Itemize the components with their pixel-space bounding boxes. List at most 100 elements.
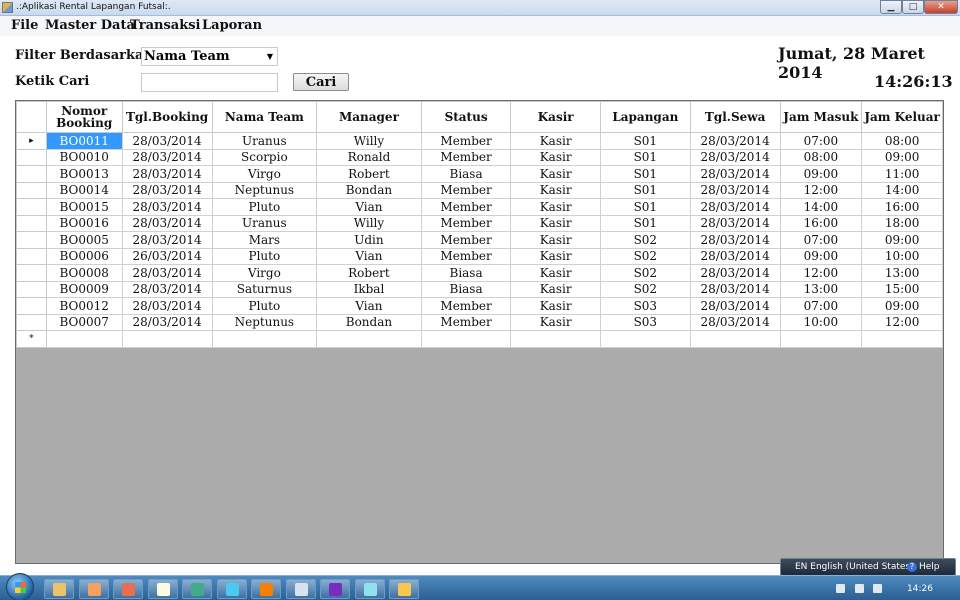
table-cell[interactable]: 09:00 — [779, 165, 863, 183]
table-cell[interactable]: 28/03/2014 — [121, 280, 213, 298]
table-cell[interactable]: Member — [420, 132, 512, 150]
table-cell[interactable]: 16:00 — [779, 214, 863, 232]
table-row[interactable]: BO0006 26/03/2014 Pluto Vian Member Kasir S02 2… — [16, 247, 943, 265]
search-input[interactable] — [141, 73, 278, 92]
table-cell[interactable]: Neptunus — [211, 313, 318, 331]
table-cell[interactable]: S01 — [599, 214, 691, 232]
row-header[interactable] — [16, 247, 47, 265]
taskbar-button[interactable] — [251, 579, 281, 599]
taskbar-button[interactable] — [389, 579, 419, 599]
row-header[interactable] — [16, 280, 47, 298]
table-cell[interactable]: Kasir — [510, 132, 601, 150]
table-cell[interactable]: Kasir — [510, 198, 601, 216]
help-label[interactable]: Help — [919, 562, 940, 572]
column-header[interactable]: Jam Keluar — [861, 101, 943, 133]
table-cell[interactable]: Vian — [316, 247, 422, 265]
table-cell[interactable]: BO0009 — [45, 280, 123, 298]
table-row[interactable]: BO0010 28/03/2014 Scorpio Ronald Member Kasir… — [16, 148, 943, 166]
table-cell[interactable]: Biasa — [420, 280, 512, 298]
table-cell[interactable]: 07:00 — [779, 297, 863, 315]
table-cell[interactable]: BO0016 — [45, 214, 123, 232]
table-cell[interactable]: 09:00 — [861, 297, 943, 315]
table-cell[interactable]: S01 — [599, 165, 691, 183]
row-header[interactable] — [16, 148, 47, 166]
column-header[interactable]: Status — [420, 101, 512, 133]
table-cell[interactable]: 14:00 — [779, 198, 863, 216]
table-cell[interactable]: 28/03/2014 — [121, 181, 213, 199]
taskbar-button[interactable] — [44, 579, 74, 599]
table-cell[interactable]: Mars — [211, 231, 318, 249]
table-row[interactable]: BO0007 28/03/2014 Neptunus Bondan Member Kasi… — [16, 313, 943, 331]
table-cell[interactable]: S02 — [599, 247, 691, 265]
column-header[interactable]: Nomor Booking — [45, 101, 123, 133]
tray-signal-icon[interactable] — [855, 584, 864, 593]
table-cell[interactable]: Kasir — [510, 247, 601, 265]
table-cell[interactable] — [861, 330, 943, 348]
table-cell[interactable]: 28/03/2014 — [689, 231, 781, 249]
taskbar-button[interactable] — [285, 579, 316, 599]
table-cell[interactable]: 07:00 — [779, 231, 863, 249]
close-button[interactable]: ✕ — [924, 0, 958, 14]
table-cell[interactable]: 13:00 — [779, 280, 863, 298]
table-cell[interactable]: Pluto — [211, 198, 318, 216]
table-cell[interactable]: Virgo — [211, 165, 318, 183]
table-row[interactable]: BO0015 28/03/2014 Pluto Vian Member Kasir S01 2… — [16, 198, 943, 216]
table-cell[interactable]: Kasir — [510, 181, 601, 199]
table-cell[interactable]: 28/03/2014 — [121, 165, 213, 183]
table-cell[interactable]: BO0011 — [45, 132, 123, 150]
table-cell[interactable]: BO0015 — [45, 198, 123, 216]
table-cell[interactable]: Member — [420, 148, 512, 166]
table-cell[interactable]: BO0006 — [45, 247, 123, 265]
table-cell[interactable]: BO0010 — [45, 148, 123, 166]
table-cell[interactable]: Bondan — [316, 181, 422, 199]
table-cell[interactable]: 16:00 — [861, 198, 943, 216]
taskbar-button[interactable] — [182, 579, 212, 599]
table-cell[interactable]: S02 — [599, 264, 691, 282]
table-cell[interactable]: Vian — [316, 297, 422, 315]
table-cell[interactable]: Member — [420, 297, 512, 315]
table-cell[interactable]: 28/03/2014 — [121, 297, 213, 315]
table-cell[interactable]: BO0012 — [45, 297, 123, 315]
table-cell[interactable]: BO0014 — [45, 181, 123, 199]
table-cell[interactable]: Biasa — [420, 165, 512, 183]
row-header[interactable] — [16, 264, 47, 282]
table-row[interactable]: BO0014 28/03/2014 Neptunus Bondan Member Kasi… — [16, 181, 943, 199]
table-cell[interactable]: Ikbal — [316, 280, 422, 298]
table-cell[interactable]: 28/03/2014 — [689, 313, 781, 331]
table-cell[interactable]: S02 — [599, 280, 691, 298]
help-icon[interactable]: ? — [907, 562, 917, 572]
table-cell[interactable] — [510, 330, 601, 348]
table-cell[interactable]: 08:00 — [861, 132, 943, 150]
table-cell[interactable]: 11:00 — [861, 165, 943, 183]
tray-flag-icon[interactable] — [836, 584, 845, 593]
table-cell[interactable]: 13:00 — [861, 264, 943, 282]
table-cell[interactable] — [599, 330, 691, 348]
table-cell[interactable]: Pluto — [211, 297, 318, 315]
taskbar-button[interactable] — [78, 579, 109, 599]
row-header[interactable] — [16, 181, 47, 199]
booking-grid[interactable]: Nomor Booking Tgl.Booking Nama Team Manager… — [15, 100, 944, 564]
table-cell[interactable]: 09:00 — [861, 231, 943, 249]
table-cell[interactable] — [420, 330, 512, 348]
filter-select[interactable]: Nama Team ▼ — [141, 47, 278, 66]
tray-volume-icon[interactable] — [873, 584, 882, 593]
table-cell[interactable]: Member — [420, 313, 512, 331]
table-cell[interactable]: Saturnus — [211, 280, 318, 298]
table-cell[interactable]: Willy — [316, 214, 422, 232]
table-cell[interactable]: 28/03/2014 — [689, 280, 781, 298]
table-cell[interactable]: 28/03/2014 — [121, 132, 213, 150]
table-cell[interactable]: Vian — [316, 198, 422, 216]
table-cell[interactable]: BO0007 — [45, 313, 123, 331]
table-cell[interactable]: Scorpio — [211, 148, 318, 166]
table-cell[interactable]: Udin — [316, 231, 422, 249]
table-cell[interactable]: S01 — [599, 132, 691, 150]
table-cell[interactable]: Ronald — [316, 148, 422, 166]
table-row[interactable]: BO0013 28/03/2014 Virgo Robert Biasa Kasir S01… — [16, 165, 943, 183]
table-cell[interactable]: S03 — [599, 297, 691, 315]
table-cell[interactable]: Robert — [316, 264, 422, 282]
table-cell[interactable] — [316, 330, 422, 348]
table-cell[interactable]: 28/03/2014 — [121, 214, 213, 232]
language-bar[interactable]: EN English (United States) ? Help — [780, 558, 956, 576]
table-cell[interactable]: BO0008 — [45, 264, 123, 282]
taskbar-button[interactable] — [320, 579, 350, 599]
